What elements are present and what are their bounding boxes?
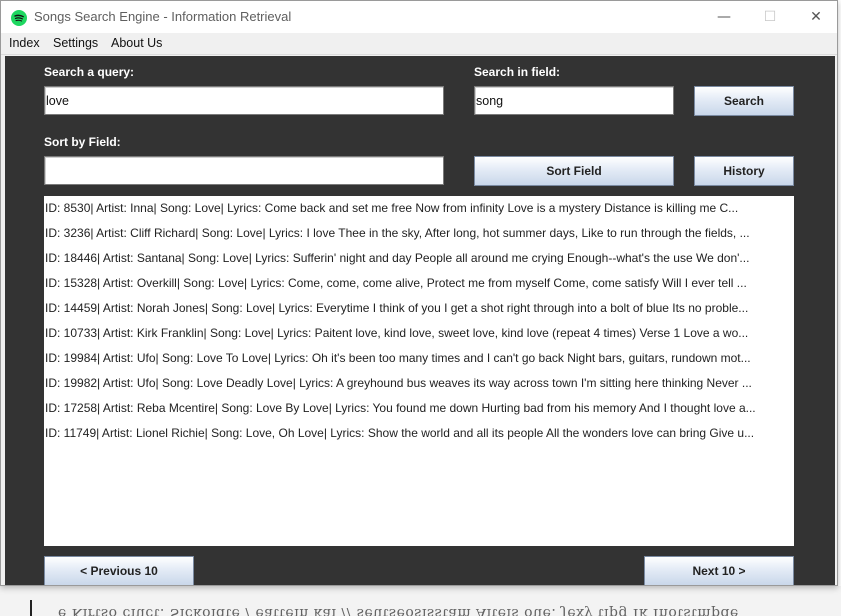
background-window-strip: e Kirtso ciuct. Sickoidte / eattein kai … (0, 586, 841, 616)
close-button[interactable]: ✕ (793, 1, 837, 33)
result-row[interactable]: ID: 14459| Artist: Norah Jones| Song: Lo… (45, 296, 791, 321)
menu-item-settings[interactable]: Settings (53, 36, 98, 50)
background-divider (30, 600, 32, 616)
result-row[interactable]: ID: 8530| Artist: Inna| Song: Love| Lyri… (45, 196, 791, 221)
query-label: Search a query: (44, 65, 135, 79)
next-page-button[interactable]: Next 10 > (644, 556, 794, 585)
minimize-button[interactable]: — (701, 1, 747, 33)
spotify-logo-icon (11, 10, 27, 26)
sort-label: Sort by Field: (44, 135, 121, 149)
window-title: Songs Search Engine - Information Retrie… (34, 9, 292, 24)
maximize-button[interactable]: ☐ (747, 1, 793, 33)
search-field-input[interactable] (476, 93, 672, 108)
previous-page-button[interactable]: < Previous 10 (44, 556, 194, 585)
menu-item-index[interactable]: Index (9, 36, 40, 50)
search-button[interactable]: Search (694, 86, 794, 116)
field-label: Search in field: (474, 65, 561, 79)
result-row[interactable]: ID: 17258| Artist: Reba Mcentire| Song: … (45, 396, 791, 421)
sort-field-button[interactable]: Sort Field (474, 156, 674, 186)
result-row[interactable]: ID: 19984| Artist: Ufo| Song: Love To Lo… (45, 346, 791, 371)
history-button[interactable]: History (694, 156, 794, 186)
background-app-text: e Kirtso ciuct. Sickoidte / eattein kai … (58, 605, 739, 616)
result-row[interactable]: ID: 19982| Artist: Ufo| Song: Love Deadl… (45, 371, 791, 396)
query-field-wrapper (44, 86, 444, 115)
sort-field-wrapper (44, 156, 444, 185)
menu-item-about-us[interactable]: About Us (111, 36, 162, 50)
result-row[interactable]: ID: 15328| Artist: Overkill| Song: Love|… (45, 271, 791, 296)
result-row[interactable]: ID: 3236| Artist: Cliff Richard| Song: L… (45, 221, 791, 246)
search-query-input[interactable] (46, 93, 442, 108)
menu-bar: Index Settings About Us (1, 33, 837, 55)
title-bar[interactable]: Songs Search Engine - Information Retrie… (1, 1, 837, 33)
results-list[interactable]: ID: 8530| Artist: Inna| Song: Love| Lyri… (44, 196, 794, 546)
field-field-wrapper (474, 86, 674, 115)
result-row[interactable]: ID: 18446| Artist: Santana| Song: Love| … (45, 246, 791, 271)
result-row[interactable]: ID: 11749| Artist: Lionel Richie| Song: … (45, 421, 791, 446)
result-row[interactable]: ID: 10733| Artist: Kirk Franklin| Song: … (45, 321, 791, 346)
sort-field-input[interactable] (46, 163, 442, 178)
main-panel: Search a query: Search in field: Search … (5, 56, 835, 585)
app-window: Songs Search Engine - Information Retrie… (0, 0, 838, 586)
